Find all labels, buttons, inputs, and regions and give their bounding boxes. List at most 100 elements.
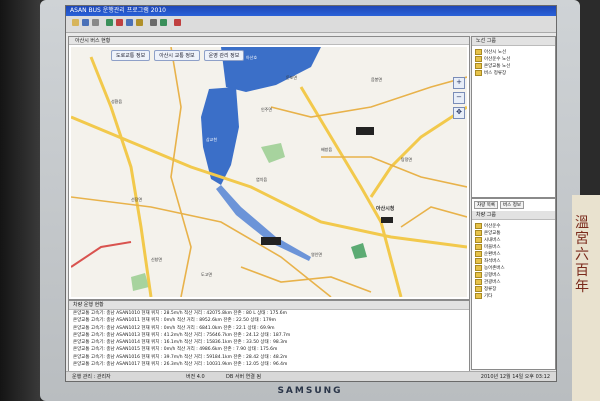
folder-icon: [475, 55, 482, 62]
help-icon[interactable]: [160, 19, 167, 26]
place-label: 인주면: [261, 107, 273, 112]
tree-item-label: 순환버스: [484, 251, 501, 257]
place-label: 아산시청: [376, 206, 395, 212]
tree-item[interactable]: 기타: [475, 292, 552, 299]
tree-item-label: 좌석버스: [484, 258, 501, 264]
folder-icon: [475, 236, 482, 243]
tree-item[interactable]: 순환버스: [475, 250, 552, 257]
log-row[interactable]: 온양교통 고속기: 충남 ASAN1010 현재 위치 : 28.5m/h 적산…: [69, 310, 469, 317]
tree-item[interactable]: 관광버스: [475, 278, 552, 285]
vehicle-panel-tabs: 차량 목록 버스 정보: [472, 199, 555, 211]
place-label: 영인면: [311, 252, 323, 257]
folder-icon: [475, 285, 482, 292]
tree-item[interactable]: 농어촌버스: [475, 264, 552, 271]
tree-item-label: 시내버스: [484, 237, 501, 243]
place-label: 아산호: [246, 55, 258, 60]
log-row[interactable]: 온양교통 고속기: 충남 ASAN1012 현재 위치 : 0m/h 적산 거리…: [69, 325, 469, 332]
log-row[interactable]: 온양교통 고속기: 충남 ASAN1013 현재 위치 : 41.2m/h 적산…: [69, 332, 469, 339]
tree-item[interactable]: 아산운수: [475, 222, 552, 229]
map-window: 아산시 버스 현황 도로교통 정보 아산시 교통 정보 운영 관리 정보 성환읍…: [68, 36, 470, 300]
place-label: 선장면: [131, 197, 143, 202]
log-row[interactable]: 온양교통 고속기: 충남 ASAN1014 현재 위치 : 16.1m/h 적산…: [69, 339, 469, 346]
tree-item[interactable]: 아산시 노선: [475, 48, 552, 55]
place-label: 염치읍: [256, 177, 268, 182]
status-datetime: 2010년 12월 14일 오후 03:12: [480, 374, 550, 380]
folder-icon: [475, 264, 482, 271]
folder-icon: [475, 271, 482, 278]
route-group-title: 노선 그룹: [472, 37, 555, 46]
tree-item-label: 아산시 노선: [484, 49, 507, 55]
tree-item[interactable]: 온양교통: [475, 229, 552, 236]
log-title: 차량 운행 현황: [69, 301, 469, 310]
folder-icon: [475, 62, 482, 69]
stop-icon[interactable]: [126, 19, 133, 26]
map-tab-road[interactable]: 도로교통 정보: [111, 50, 151, 61]
status-user: 운행 관리 : 관리자: [72, 374, 111, 380]
exit-icon[interactable]: [174, 19, 181, 26]
route-icon[interactable]: [116, 19, 123, 26]
zoom-controls: + − ✥: [453, 77, 465, 122]
tree-item-label: 온양교통: [484, 230, 501, 236]
tree-item[interactable]: 아산운수 노선: [475, 55, 552, 62]
folder-icon: [475, 243, 482, 250]
bus-marker: [356, 127, 374, 135]
print-icon[interactable]: [92, 19, 99, 26]
map-graphics: [71, 47, 467, 297]
map-canvas[interactable]: 도로교통 정보 아산시 교통 정보 운영 관리 정보 성환읍 둔포면 음봉면 배…: [71, 47, 467, 297]
tree-item-label: 아산운수 노선: [484, 56, 511, 62]
tree-item-label: 마을버스: [484, 244, 501, 250]
vehicle-log-window: 차량 운행 현황 온양교통 고속기: 충남 ASAN1010 현재 위치 : 2…: [68, 300, 470, 372]
save-icon[interactable]: [82, 19, 89, 26]
status-version: 버전 4.0: [186, 374, 205, 380]
main-toolbar: [66, 16, 556, 33]
monitor-screen: ASAN BUS 운행관리 프로그램 2010 아산시 버스 현황 도로교통 정…: [65, 5, 557, 382]
book-title: 溫宮六百年: [575, 215, 589, 295]
status-bar: 운행 관리 : 관리자 버전 4.0 DB 서버 연결 됨 2010년 12월 …: [66, 371, 556, 381]
tree-item[interactable]: 공항버스: [475, 271, 552, 278]
pan-icon[interactable]: ✥: [453, 107, 465, 119]
place-label: 도고면: [201, 272, 213, 277]
route-group-panel: 노선 그룹 아산시 노선 아산운수 노선 온양교통 노선 버스 정류장: [471, 36, 556, 198]
tab-vehicle-list[interactable]: 차량 목록: [474, 201, 498, 209]
folder-icon: [475, 292, 482, 299]
map-tab-manage[interactable]: 운영 관리 정보: [203, 50, 245, 61]
tree-item-label: 농어촌버스: [484, 265, 505, 271]
app-title-bar: ASAN BUS 운행관리 프로그램 2010: [66, 6, 556, 16]
map-tab-bar: 도로교통 정보 아산시 교통 정보 운영 관리 정보: [111, 50, 245, 61]
tab-bus-info[interactable]: 버스 정보: [500, 201, 524, 209]
folder-icon: [475, 69, 482, 76]
report-icon[interactable]: [136, 19, 143, 26]
log-row[interactable]: 온양교통 고속기: 충남 ASAN1017 현재 위치 : 26.3m/h 적산…: [69, 361, 469, 368]
bus-marker: [261, 237, 281, 245]
zoom-out-icon[interactable]: −: [453, 92, 465, 104]
tree-item[interactable]: 마을버스: [475, 243, 552, 250]
status-db: DB 서버 연결 됨: [226, 374, 262, 380]
folder-icon: [475, 278, 482, 285]
monitor-brand-label: SAMSUNG: [277, 386, 343, 396]
log-row[interactable]: 온양교통 고속기: 충남 ASAN1011 현재 위치 : 0m/h 적산 거리…: [69, 317, 469, 324]
tree-item[interactable]: 좌석버스: [475, 257, 552, 264]
place-label: 배방읍: [321, 147, 333, 152]
route-tree: 아산시 노선 아산운수 노선 온양교통 노선 버스 정류장: [472, 46, 555, 78]
place-label: 둔포면: [286, 75, 298, 80]
place-label: 신창면: [151, 257, 163, 262]
log-row[interactable]: 온양교통 고속기: 충남 ASAN1016 현재 위치 : 39.7m/h 적산…: [69, 354, 469, 361]
tree-item[interactable]: 시내버스: [475, 236, 552, 243]
settings-icon[interactable]: [150, 19, 157, 26]
folder-icon: [475, 257, 482, 264]
open-icon[interactable]: [72, 19, 79, 26]
tree-item-label: 기타: [484, 293, 493, 299]
folder-icon: [475, 48, 482, 55]
tree-item[interactable]: 버스 정류장: [475, 69, 552, 76]
bus-icon[interactable]: [106, 19, 113, 26]
background-frame: [0, 0, 40, 401]
tree-item-label: 아산운수: [484, 223, 501, 229]
tree-item-label: 공항버스: [484, 272, 501, 278]
zoom-in-icon[interactable]: +: [453, 77, 465, 89]
log-row[interactable]: 온양교통 고속기: 충남 ASAN1015 현재 위치 : 0m/h 적산 거리…: [69, 346, 469, 353]
vehicle-group-title: 차량 그룹: [472, 211, 555, 220]
tree-item-label: 버스 정류장: [484, 70, 507, 76]
tree-item[interactable]: 온양교통 노선: [475, 62, 552, 69]
tree-item[interactable]: 정류장: [475, 285, 552, 292]
map-tab-traffic[interactable]: 아산시 교통 정보: [154, 50, 200, 61]
